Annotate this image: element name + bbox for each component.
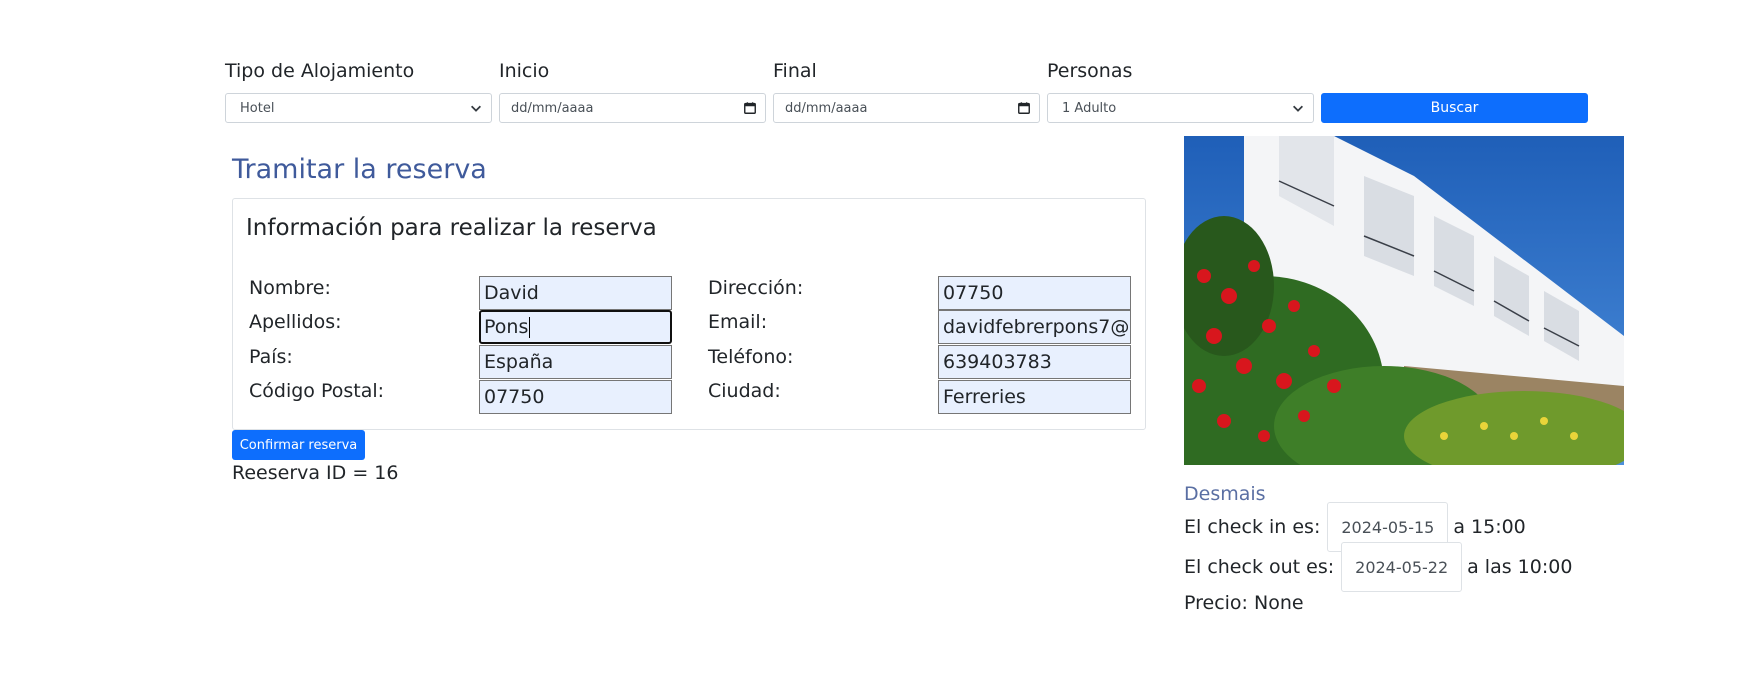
direccion-label: Dirección:	[708, 277, 804, 299]
chevron-down-icon	[471, 105, 481, 112]
tipo-alojamiento-value: Hotel	[240, 100, 275, 116]
hotel-photo	[1184, 136, 1624, 465]
ciudad-value: Ferreries	[943, 386, 1026, 408]
tipo-alojamiento-label: Tipo de Alojamiento	[225, 60, 415, 82]
confirmar-reserva-button[interactable]: Confirmar reserva	[232, 430, 365, 460]
checkout-suffix: a las 10:00	[1467, 556, 1573, 578]
personas-label: Personas	[1047, 60, 1133, 82]
text-caret	[529, 316, 531, 338]
checkout-prefix: El check out es:	[1184, 556, 1335, 578]
apellidos-input[interactable]: Pons	[479, 310, 672, 344]
checkin-suffix: a 15:00	[1453, 516, 1526, 538]
nombre-value: David	[484, 282, 539, 304]
inicio-label: Inicio	[499, 60, 550, 82]
inicio-placeholder: dd/mm/aaaa	[511, 100, 594, 116]
email-input[interactable]: davidfebrerpons7@	[938, 310, 1131, 344]
codigo-postal-input[interactable]: 07750	[479, 380, 672, 414]
buscar-button[interactable]: Buscar	[1321, 93, 1588, 123]
codigo-postal-value: 07750	[484, 386, 545, 408]
ciudad-label: Ciudad:	[708, 380, 781, 402]
codigo-postal-label: Código Postal:	[249, 380, 385, 402]
final-placeholder: dd/mm/aaaa	[785, 100, 868, 116]
page-title: Tramitar la reserva	[232, 154, 487, 185]
inicio-date-input[interactable]: dd/mm/aaaa	[499, 93, 766, 123]
email-value: davidfebrerpons7@	[943, 316, 1130, 338]
telefono-value: 639403783	[943, 351, 1052, 373]
apellidos-label: Apellidos:	[249, 311, 342, 333]
pais-label: País:	[249, 346, 293, 368]
checkout-date: 2024-05-22	[1341, 542, 1463, 592]
checkin-prefix: El check in es:	[1184, 516, 1321, 538]
apellidos-value: Pons	[484, 316, 529, 338]
precio-text: Precio: None	[1184, 592, 1304, 614]
search-bar: Tipo de Alojamiento Hotel Inicio dd/mm/a…	[225, 58, 1588, 126]
reservation-form-card: Información para realizar la reserva Nom…	[232, 198, 1146, 430]
pais-input[interactable]: España	[479, 345, 672, 379]
form-title: Información para realizar la reserva	[246, 215, 657, 241]
nombre-label: Nombre:	[249, 277, 331, 299]
final-date-input[interactable]: dd/mm/aaaa	[773, 93, 1040, 123]
nombre-input[interactable]: David	[479, 276, 672, 310]
pais-value: España	[484, 351, 554, 373]
chevron-down-icon	[1293, 105, 1303, 112]
tipo-alojamiento-select[interactable]: Hotel	[225, 93, 492, 123]
checkout-line: El check out es: 2024-05-22 a las 10:00	[1184, 542, 1572, 592]
personas-select[interactable]: 1 Adulto	[1047, 93, 1314, 123]
calendar-icon[interactable]	[1017, 101, 1031, 115]
reserva-id-text: Reeserva ID = 16	[232, 462, 399, 484]
calendar-icon[interactable]	[743, 101, 757, 115]
direccion-input[interactable]: 07750	[938, 276, 1131, 310]
telefono-label: Teléfono:	[708, 346, 794, 368]
final-label: Final	[773, 60, 817, 82]
ciudad-input[interactable]: Ferreries	[938, 380, 1131, 414]
direccion-value: 07750	[943, 282, 1004, 304]
hotel-photo-graphic	[1184, 136, 1624, 465]
personas-value: 1 Adulto	[1062, 100, 1117, 116]
telefono-input[interactable]: 639403783	[938, 345, 1131, 379]
email-label: Email:	[708, 311, 768, 333]
